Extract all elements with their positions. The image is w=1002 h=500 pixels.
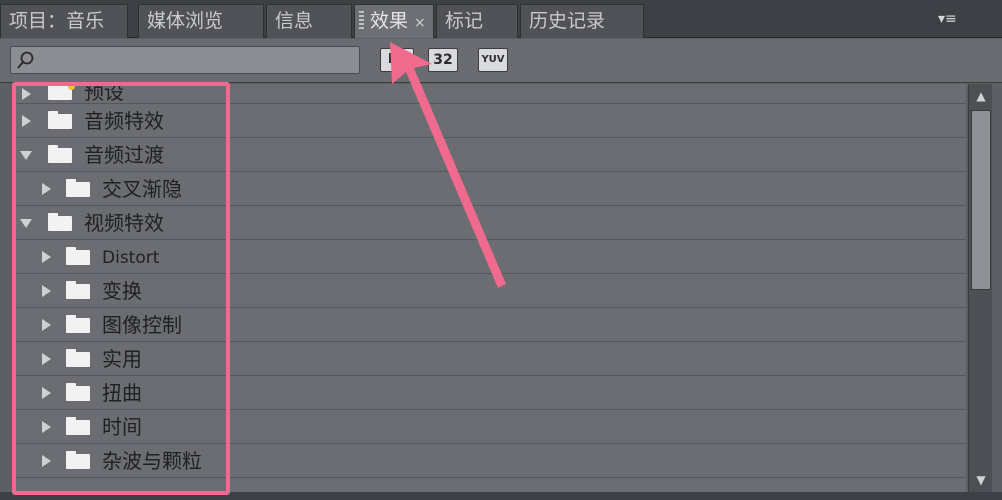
folder-icon (48, 213, 72, 231)
tab-project[interactable]: 项目：音乐 (0, 4, 128, 38)
search-field[interactable] (10, 46, 360, 74)
folder-icon (66, 349, 90, 367)
tab-effects[interactable]: 效果 × (354, 4, 434, 38)
tree-item-label: Distort (102, 248, 160, 268)
tree-item-warp[interactable]: 扭曲 (12, 376, 966, 410)
folder-icon (66, 179, 90, 197)
expand-arrow-icon[interactable] (42, 353, 51, 365)
preset-star-icon (68, 83, 75, 90)
expand-arrow-icon[interactable] (22, 115, 31, 127)
expand-arrow-icon[interactable] (42, 319, 51, 331)
panel-menu-icon[interactable]: ▾≡ (938, 10, 968, 28)
tree-item-label: 音频过渡 (84, 143, 164, 167)
tree-item-utility[interactable]: 实用 (12, 342, 966, 376)
expand-arrow-icon[interactable] (42, 387, 51, 399)
tree-item-audio-transitions[interactable]: 音频过渡 (12, 138, 966, 172)
expand-arrow-icon[interactable] (42, 421, 51, 433)
32-bit-filter-button[interactable]: 32 (428, 48, 458, 72)
folder-icon (66, 247, 90, 265)
tree-item-distort[interactable]: Distort (12, 240, 966, 274)
tab-label: 标记 (445, 10, 484, 32)
collapse-arrow-icon[interactable] (20, 219, 32, 228)
drag-grip-icon[interactable] (359, 11, 364, 29)
folder-icon (66, 281, 90, 299)
folder-icon (66, 417, 90, 435)
tab-label: 项目：音乐 (9, 10, 105, 32)
tree-item-audio-effects[interactable]: 音频特效 (12, 104, 966, 138)
folder-icon (66, 383, 90, 401)
tab-label: 媒体浏览 (147, 10, 224, 32)
search-input[interactable] (39, 49, 355, 71)
tab-label: 信息 (275, 10, 314, 32)
tree-item-label: 音频特效 (84, 109, 164, 133)
panel-tab-bar: 项目：音乐 媒体浏览 信息 效果 × 标记 历史记录 ▾≡ (0, 0, 1002, 38)
expand-arrow-icon[interactable] (22, 88, 31, 100)
tree-item-label: 实用 (102, 347, 142, 371)
tree-item-time[interactable]: 时间 (12, 410, 966, 444)
effects-tree: 预设 音频特效 音频过渡 交叉渐隐 视频特效 Distort 变换 图像控制 实 (12, 80, 966, 492)
folder-icon (48, 111, 72, 129)
expand-arrow-icon[interactable] (42, 285, 51, 297)
tree-item-image-control[interactable]: 图像控制 (12, 308, 966, 342)
tree-item-label: 视频特效 (84, 211, 164, 235)
tab-label: 效果 (370, 10, 409, 32)
expand-arrow-icon[interactable] (42, 183, 51, 195)
tab-info[interactable]: 信息 (266, 4, 352, 38)
tree-item-label: 交叉渐隐 (102, 177, 182, 201)
panel-footer (0, 492, 1002, 500)
close-icon[interactable]: × (414, 15, 426, 31)
yuv-filter-button[interactable]: YUV (478, 48, 508, 72)
tree-item-label: 预设 (84, 80, 124, 104)
collapse-arrow-icon[interactable] (20, 151, 32, 160)
search-icon (17, 51, 34, 69)
tree-item-label: 变换 (102, 279, 142, 303)
folder-icon (66, 315, 90, 333)
tree-item-label: 图像控制 (102, 313, 182, 337)
tree-item-video-effects[interactable]: 视频特效 (12, 206, 966, 240)
tree-item-label: 时间 (102, 415, 142, 439)
tree-item-label: 扭曲 (102, 381, 142, 405)
expand-arrow-icon[interactable] (42, 455, 51, 467)
tab-history[interactable]: 历史记录 (520, 4, 644, 38)
tree-item-transform[interactable]: 变换 (12, 274, 966, 308)
tab-label: 历史记录 (529, 10, 606, 32)
tree-item-label: 杂波与颗粒 (102, 449, 202, 473)
folder-icon (66, 451, 90, 469)
folder-icon (48, 145, 72, 163)
tree-item-presets[interactable]: 预设 (12, 80, 966, 104)
new-bin-icon[interactable] (380, 48, 414, 72)
scroll-up-icon[interactable]: ▲ (971, 86, 991, 106)
tree-item-noise-grain[interactable]: 杂波与颗粒 (12, 444, 966, 478)
scroll-down-icon[interactable]: ▼ (971, 470, 991, 490)
effects-toolbar: 32 YUV (0, 39, 1002, 83)
tree-item-crossfade[interactable]: 交叉渐隐 (12, 172, 966, 206)
tab-markers[interactable]: 标记 (436, 4, 518, 38)
vertical-scrollbar[interactable]: ▲ ▼ (968, 84, 992, 492)
expand-arrow-icon[interactable] (42, 251, 51, 263)
scroll-thumb[interactable] (971, 110, 991, 290)
tab-media-browser[interactable]: 媒体浏览 (138, 4, 264, 38)
